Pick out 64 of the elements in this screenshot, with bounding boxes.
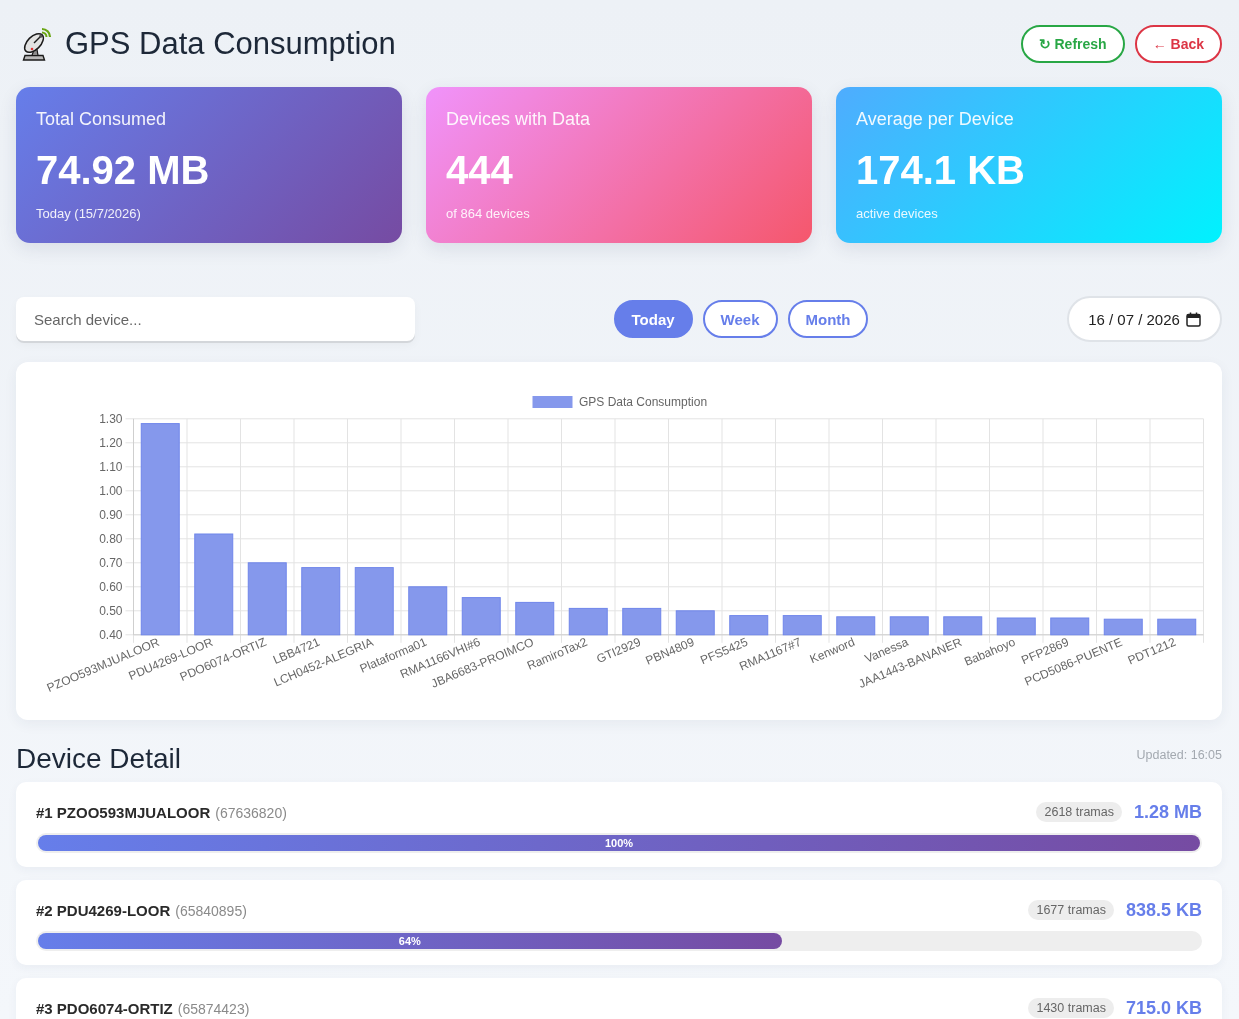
y-tick-label: 0.50: [99, 603, 123, 618]
updated-time: Updated: 16:05: [1136, 748, 1222, 762]
stat-value: 444: [446, 147, 514, 194]
device-id: (67636820): [215, 804, 287, 821]
calendar-icon[interactable]: [1185, 311, 1201, 327]
y-tick-label: 0.60: [99, 579, 123, 594]
legend-label: GPS Data Consumption: [579, 395, 708, 409]
stat-title: Devices with Data: [446, 108, 592, 130]
stat-note: Today (15/7/2026): [36, 206, 142, 222]
data-amount: 838.5 KB: [1125, 899, 1202, 921]
device-name: #2 PDU4269-LOOR: [36, 901, 171, 919]
stat-note: active devices: [856, 206, 939, 222]
back-button[interactable]: ← Back: [1134, 25, 1222, 63]
y-tick-label: 0.70: [99, 555, 123, 570]
y-tick-label: 0.90: [99, 507, 123, 522]
y-tick-label: 1.10: [99, 459, 123, 474]
y-tick-label: 1.30: [99, 411, 123, 426]
period-tab[interactable]: Month: [787, 300, 869, 338]
bar: [461, 597, 501, 636]
stat-value: 74.92 MB: [36, 147, 211, 194]
bar: [943, 616, 983, 636]
stat-title: Total Consumed: [36, 108, 168, 130]
device-id: (65874423): [177, 1000, 250, 1017]
data-amount: 715.0 KB: [1125, 997, 1202, 1019]
bar: [729, 615, 769, 636]
section-title: Device Detail: [16, 742, 181, 776]
frames-badge: 1677 tramas: [1028, 900, 1114, 920]
bar: [408, 586, 448, 636]
device-id: (65840895): [175, 902, 247, 919]
bar: [675, 610, 715, 636]
stat-value: 174.1 KB: [856, 147, 1026, 194]
y-tick-label: 0.40: [99, 627, 123, 642]
y-tick-label: 0.80: [99, 531, 123, 546]
bar: [301, 567, 341, 636]
period-tab[interactable]: Week: [702, 300, 778, 338]
bar: [354, 567, 394, 636]
bar: [836, 616, 876, 636]
device-name: #3 PDO6074-ORTIZ: [36, 999, 173, 1017]
bar: [568, 607, 608, 636]
stat-title: Average per Device: [856, 108, 1015, 130]
bar: [782, 615, 822, 636]
bar: [515, 601, 555, 636]
refresh-button[interactable]: ↻ Refresh: [1020, 25, 1125, 63]
y-tick-label: 1.00: [99, 483, 123, 498]
legend-swatch-icon: [532, 396, 573, 408]
date-field[interactable]: 16 / 07 / 2026: [1067, 296, 1222, 342]
bar: [1050, 617, 1090, 636]
progress-percent: 64%: [398, 935, 421, 947]
bar: [1103, 618, 1143, 636]
frames-badge: 1430 tramas: [1028, 998, 1114, 1018]
bar: [996, 617, 1036, 636]
data-amount: 1.28 MB: [1133, 801, 1202, 823]
satellite-dish-icon: [20, 27, 52, 61]
period-tab[interactable]: Today: [613, 300, 693, 338]
stat-note: of 864 devices: [446, 206, 531, 222]
search-field[interactable]: Search device...: [16, 297, 415, 341]
bar: [1157, 618, 1197, 636]
page-title: GPS Data Consumption: [65, 25, 396, 63]
bar: [622, 607, 662, 636]
device-name: #1 PZOO593MJUALOOR: [36, 803, 211, 821]
y-tick-label: 1.20: [99, 435, 123, 450]
progress-percent: 100%: [604, 837, 634, 849]
frames-badge: 2618 tramas: [1036, 802, 1122, 822]
bar: [889, 616, 929, 636]
